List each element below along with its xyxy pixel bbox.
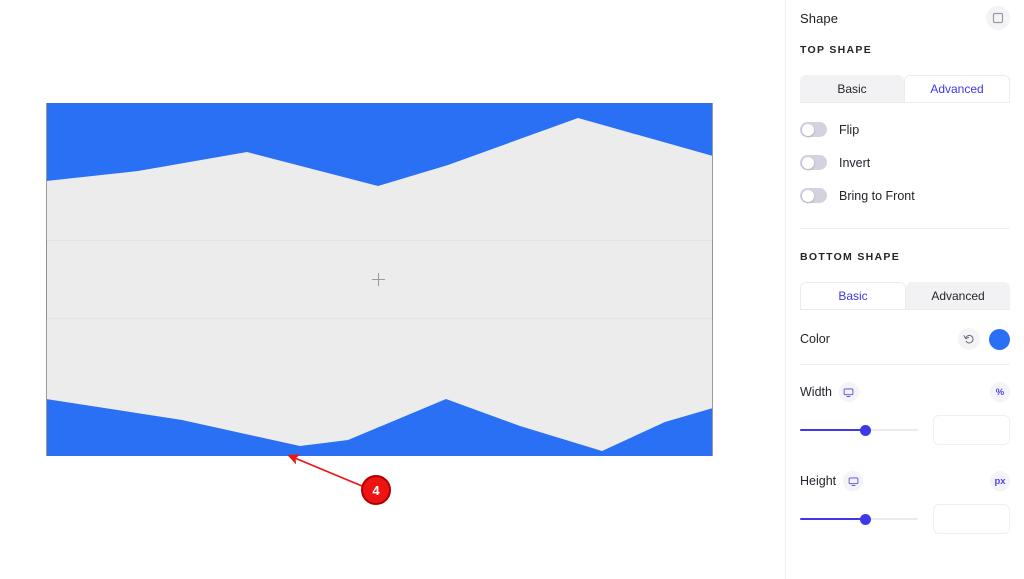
- tab-label: Advanced: [930, 82, 984, 96]
- control-divider-color: [800, 364, 1010, 365]
- reset-undo-icon[interactable]: [958, 328, 980, 350]
- panel-header: Shape: [786, 0, 1024, 36]
- toggle-invert[interactable]: [800, 155, 827, 170]
- shape-settings-panel: Shape TOP SHAPE Basic Advanced Flip Inve…: [786, 0, 1024, 579]
- slider-fill: [800, 518, 865, 520]
- color-label: Color: [800, 332, 830, 346]
- tab-bottom-shape-advanced[interactable]: Advanced: [906, 282, 1010, 309]
- height-label: Height: [800, 474, 837, 488]
- tab-top-shape-advanced[interactable]: Advanced: [904, 75, 1010, 102]
- width-row: Width %: [786, 375, 1024, 409]
- width-slider-row: [786, 409, 1024, 451]
- toggle-invert-label: Invert: [839, 155, 871, 170]
- toggle-knob: [801, 189, 814, 202]
- color-swatch[interactable]: [989, 328, 1010, 350]
- panel-scrollbar-track[interactable]: [776, 0, 786, 579]
- toggle-bring-to-front-label: Bring to Front: [839, 188, 915, 203]
- toggle-knob: [801, 123, 814, 136]
- width-input[interactable]: [933, 415, 1010, 445]
- height-slider-row: [786, 498, 1024, 540]
- top-shape-tabs: Basic Advanced: [800, 75, 1010, 102]
- tab-label: Basic: [837, 81, 867, 96]
- bottom-shape-section-label: BOTTOM SHAPE: [800, 251, 900, 263]
- toggle-flip[interactable]: [800, 122, 827, 137]
- width-unit-chip[interactable]: %: [990, 382, 1010, 402]
- width-label: Width: [800, 385, 832, 399]
- toggle-flip-label: Flip: [839, 122, 860, 137]
- bottom-shape-path: [46, 399, 713, 456]
- desktop-monitor-icon[interactable]: [843, 471, 864, 491]
- annotation-step-number: 4: [372, 482, 380, 498]
- toggle-row-flip[interactable]: Flip: [786, 113, 1024, 146]
- height-slider[interactable]: [800, 511, 918, 527]
- panel-title: Shape: [800, 10, 839, 26]
- tab-label: Basic: [838, 289, 868, 303]
- top-shape-path: [46, 103, 713, 186]
- canvas-area[interactable]: 4: [0, 0, 779, 579]
- width-slider[interactable]: [800, 422, 918, 438]
- guide-line-horizontal-bottom: [47, 318, 712, 319]
- toggle-row-bring-to-front[interactable]: Bring to Front: [786, 179, 1024, 212]
- guide-line-horizontal-top: [47, 240, 712, 241]
- app-root: 4 Shape TOP SHAPE Basic Advanced Flip In…: [0, 0, 1024, 579]
- tab-bottom-shape-basic[interactable]: Basic: [800, 282, 906, 309]
- shape-square-icon[interactable]: [986, 6, 1010, 30]
- tab-label: Advanced: [931, 288, 985, 303]
- tab-top-shape-basic[interactable]: Basic: [800, 75, 904, 102]
- plus-icon: [372, 273, 385, 286]
- toggle-row-invert[interactable]: Invert: [786, 146, 1024, 179]
- height-unit-chip[interactable]: px: [990, 471, 1010, 491]
- guide-line-dotted-left: [46, 240, 47, 319]
- color-row: Color: [786, 322, 1024, 356]
- desktop-monitor-icon[interactable]: [838, 382, 859, 402]
- toggle-knob: [801, 156, 814, 169]
- bottom-shape-tabs: Basic Advanced: [800, 282, 1010, 309]
- top-shape-section-label: TOP SHAPE: [800, 44, 872, 56]
- slider-thumb[interactable]: [860, 514, 871, 525]
- guide-line-dotted-right: [712, 240, 713, 319]
- annotation-step-badge: 4: [361, 475, 391, 505]
- height-input[interactable]: [933, 504, 1010, 534]
- slider-fill: [800, 429, 865, 431]
- toggle-bring-to-front[interactable]: [800, 188, 827, 203]
- height-row: Height px: [786, 464, 1024, 498]
- slider-thumb[interactable]: [860, 425, 871, 436]
- section-divider: [800, 228, 1010, 229]
